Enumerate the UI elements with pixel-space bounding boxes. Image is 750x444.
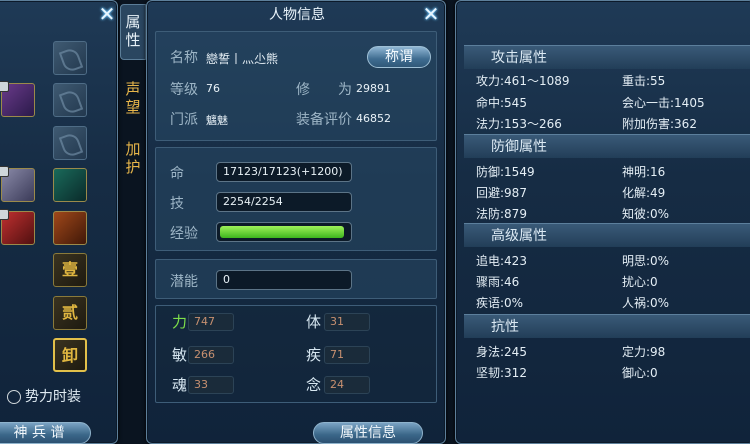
skill-label: 技 [170,196,184,212]
sect-value: 魑魅 [206,114,228,127]
tab-reputation[interactable]: 声望 [120,80,146,122]
dissolve: 化解:49 [622,186,666,200]
lock-icon [0,81,9,92]
faction-costume-checkbox[interactable]: 势力时装 [7,386,81,406]
equipped-mask-icon[interactable] [0,209,35,245]
tab-protection[interactable]: 加护 [120,140,146,182]
potential-value: 0 [216,270,352,290]
equipped-mount-icon[interactable] [53,168,87,202]
equipment-slot[interactable] [53,83,87,117]
speed-value: 71 [324,346,370,364]
equipped-weapon-icon[interactable] [0,81,35,117]
close-icon[interactable]: ✕ [421,4,441,24]
evasion: 回避:987 [476,186,527,200]
skill-bar: 2254/2254 [216,192,352,212]
exp-fill [220,226,345,238]
extra-damage: 附加伤害:362 [622,117,697,131]
name-value: 戀誓丨灬尐熊 [206,52,279,66]
gear-rating-label: 装备评价 [296,112,352,128]
stats-section: 力 747 体 31 敏 266 疾 71 魂 33 念 24 [155,305,437,403]
equipment-slot[interactable] [53,126,87,160]
strength-label: 力 [172,313,188,331]
constitution-label: 体 [306,313,322,331]
critical-strike: 会心一击:1405 [622,96,705,110]
cultivation-value: 29891 [356,82,391,95]
potential-section: 潜能 0 [155,259,437,299]
exp-bar [216,222,352,242]
rune-slot-one[interactable]: 壹 [53,253,87,287]
title-button[interactable]: 称谓 [367,46,431,68]
chase-lightning: 追电:423 [476,254,527,268]
insight: 知彼:0% [622,207,670,221]
unequip-button[interactable]: 卸 [53,338,87,372]
panel-title: 人物信息 [269,7,325,23]
tab-strip: 属性 声望 加护 [120,0,146,444]
name-label: 名称 [170,50,198,66]
tab-attributes[interactable]: 属性 [120,4,146,60]
human-calamity: 人祸:0% [622,296,670,310]
hp-bar: 17123/17123(+1200) [216,162,352,182]
checkbox-icon[interactable] [7,390,21,404]
sect-label: 门派 [170,112,198,128]
defense: 防御:1549 [476,165,535,179]
advanced-section-header: 高级属性 [464,223,750,247]
mind-value: 24 [324,376,370,394]
soul-label: 魂 [172,376,188,394]
accuracy: 命中:545 [476,96,527,110]
clarity: 明思:0% [622,254,670,268]
gear-rating-value: 46852 [356,112,391,125]
cultivation-label-a: 修 [296,82,310,98]
exp-label: 经验 [170,226,198,242]
composure: 定力:98 [622,345,666,359]
strength-value: 747 [188,313,234,331]
swift-speech: 疾语:0% [476,296,524,310]
lock-icon [0,209,9,220]
attribute-info-button[interactable]: 属性信息 [313,422,423,444]
level-value: 76 [206,82,220,95]
character-info-panel: 人物信息 ✕ 名称 戀誓丨灬尐熊 称谓 等级 76 修 为 29891 门派 魑… [146,0,446,444]
disturb-mind: 扰心:0 [622,275,658,289]
heavy-strike: 重击:55 [622,74,666,88]
level-label: 等级 [170,82,198,98]
potential-label: 潜能 [170,274,198,290]
toughness: 坚韧:312 [476,366,527,380]
checkbox-label: 势力时装 [25,389,81,405]
lock-icon [0,166,9,177]
mind-guard: 御心:0 [622,366,658,380]
properties-panel: 攻击属性 攻力:461～1089 重击:55 命中:545 会心一击:1405 … [455,0,750,444]
agility-value: 266 [188,346,234,364]
defense-section-header: 防御属性 [464,134,750,158]
vitals-section: 命 17123/17123(+1200) 技 2254/2254 经验 [155,147,437,251]
downpour: 骤雨:46 [476,275,520,289]
hp-label: 命 [170,166,184,182]
attack-power: 攻力:461～1089 [476,74,570,88]
constitution-value: 31 [324,313,370,331]
agility-label: 敏 [172,346,188,364]
soul-value: 33 [188,376,234,394]
mind-label: 念 [306,376,322,394]
rune-slot-two[interactable]: 贰 [53,296,87,330]
close-icon[interactable]: ✕ [97,4,117,24]
magic-defense: 法防:879 [476,207,527,221]
magic-power: 法力:153～266 [476,117,562,131]
equipment-panel: ✕ 壹 贰 卸 势力时装 神 兵 谱 [0,0,118,444]
basic-info-section: 名称 戀誓丨灬尐熊 称谓 等级 76 修 为 29891 门派 魑魅 装备评价 … [155,31,437,141]
cultivation-label-b: 为 [338,82,352,98]
attack-section-header: 攻击属性 [464,45,750,69]
resistance-section-header: 抗性 [464,314,750,338]
body-technique: 身法:245 [476,345,527,359]
equipped-sword-icon[interactable] [0,166,35,202]
weapon-codex-button[interactable]: 神 兵 谱 [0,422,91,444]
equipped-beast-icon[interactable] [53,211,87,245]
equipment-slot[interactable] [53,41,87,75]
divinity: 神明:16 [622,165,666,179]
speed-label: 疾 [306,346,322,364]
